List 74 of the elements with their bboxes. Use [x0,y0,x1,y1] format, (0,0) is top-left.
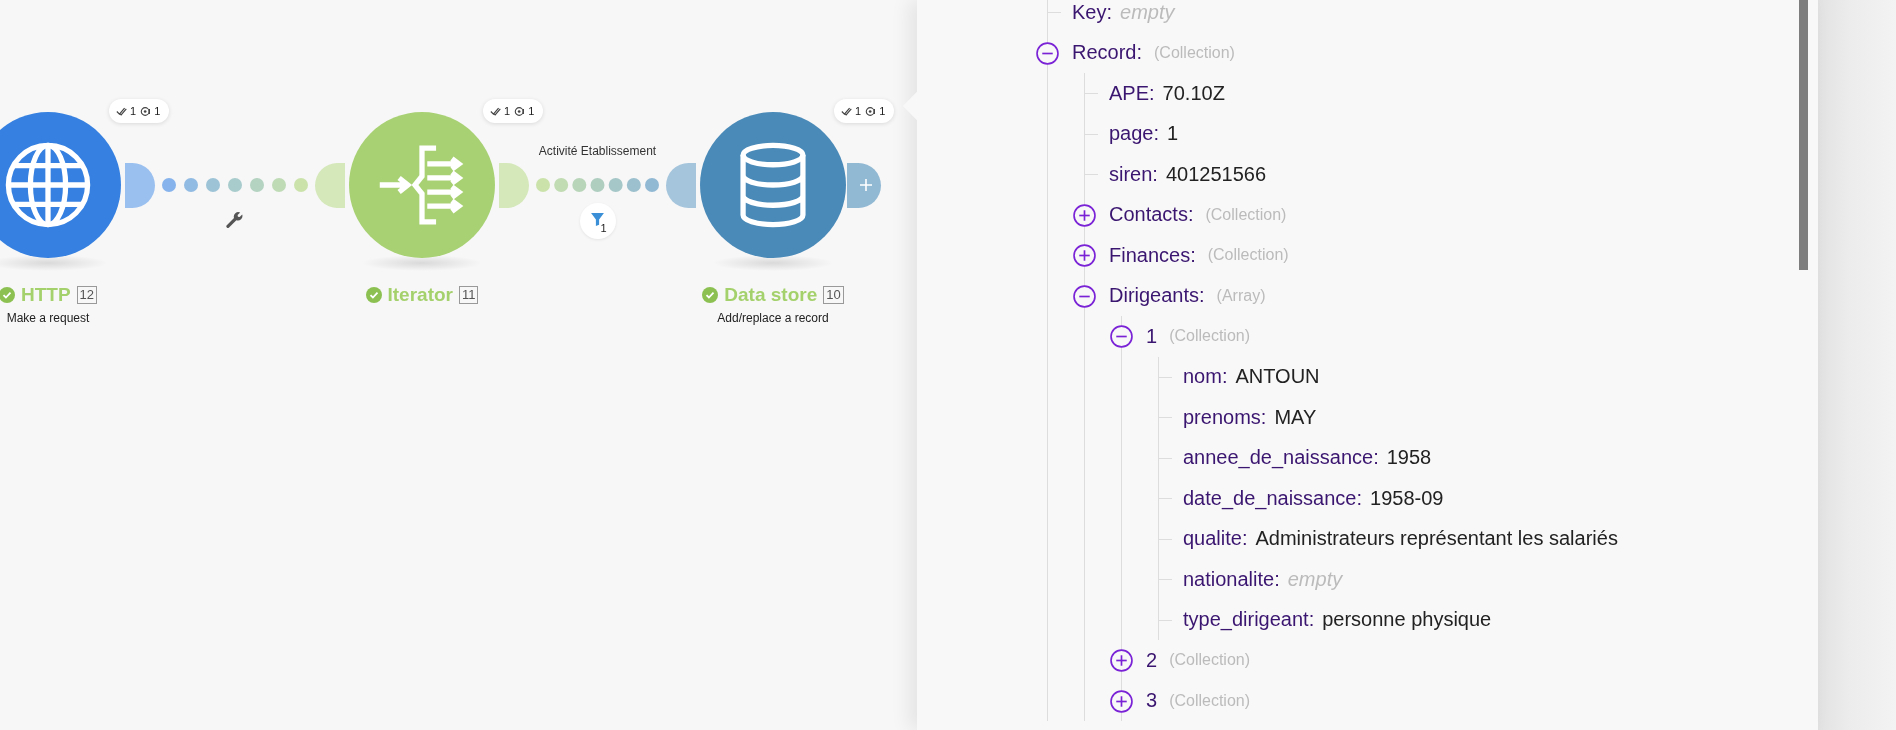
field-key: siren: [1109,162,1158,186]
type-label: (Collection) [1205,205,1287,224]
field-key: Dirigeants: [1109,284,1205,308]
empty-value: empty [1287,567,1343,591]
collapse-button[interactable] [1110,325,1133,348]
field-key: 1 [1146,324,1158,348]
field-key: page: [1109,122,1160,146]
collapse-button[interactable] [1036,41,1059,65]
module-id: 11 [459,286,479,304]
module-id: 12 [76,286,98,304]
connection-label: Activité Etablissement [538,144,657,158]
field-value: 70.10Z [1162,81,1225,105]
expand-button[interactable] [1073,244,1096,267]
field-value: 1958 [1386,446,1432,470]
expand-button[interactable] [1110,649,1133,672]
expand-button[interactable] [1073,203,1096,227]
bundles-count: 1 [154,105,161,117]
expand-button[interactable] [1110,689,1133,713]
field-key: type_dirigeant: [1183,608,1315,632]
input-port[interactable] [315,163,345,208]
bundle-icon [514,105,527,117]
field-key: nom: [1183,365,1228,389]
double-check-icon [116,105,128,117]
field-value: Administrateurs représentant les salariés [1255,527,1618,551]
field-key: Key: [1072,0,1113,24]
operations-count: 1 [130,105,137,117]
filter-button[interactable]: 1 [579,203,616,239]
field-value: personne physique [1322,608,1492,632]
field-key: annee_de_naissance: [1183,446,1379,470]
field-key: nationalite: [1183,567,1280,591]
field-key: Finances: [1109,243,1196,267]
module-action: Add/replace a record [717,311,829,325]
type-label: (Array) [1216,286,1266,305]
field-key: Contacts: [1109,203,1194,227]
field-key: date_de_naissance: [1183,486,1363,510]
double-check-icon [490,105,502,117]
type-label: (Collection) [1154,43,1235,62]
field-value: 1958-09 [1370,486,1444,510]
stats-badge[interactable]: 1 1 [834,99,895,123]
field-key: Record: [1072,41,1143,65]
field-value: ANTOUN [1235,365,1320,389]
bundles-count: 1 [528,105,535,117]
wrench-icon[interactable] [225,210,243,228]
bundle-icon [140,105,153,117]
field-key: 3 [1146,689,1158,713]
type-label: (Collection) [1169,327,1251,346]
field-key: prenoms: [1183,405,1267,429]
double-check-icon [841,105,853,117]
field-value: 401251566 [1165,162,1266,186]
module-title: Data store [724,284,818,306]
type-label: (Collection) [1169,651,1251,670]
field-value: MAY [1274,405,1317,429]
module-title: HTTP [20,284,71,306]
field-key: qualite: [1183,527,1248,551]
bundles-count: 1 [879,105,886,117]
type-label: (Collection) [1169,691,1251,710]
globe-icon [4,141,92,229]
plus-icon [858,177,874,193]
module-title: Iterator [387,284,453,306]
field-key: 2 [1146,648,1158,672]
stats-badge[interactable]: 1 1 [483,99,544,123]
bundle-icon [865,105,878,117]
scrollbar[interactable] [1799,0,1808,270]
module-id: 10 [823,286,844,304]
type-label: (Collection) [1207,246,1289,265]
field-value: 1 [1167,122,1179,146]
module-action: Make a request [6,311,90,325]
collapse-button[interactable] [1073,284,1096,308]
stats-badge[interactable]: 1 1 [109,99,170,123]
operations-count: 1 [504,105,511,117]
empty-value: empty [1120,0,1175,24]
operations-count: 1 [855,105,862,117]
field-key: APE: [1109,81,1155,105]
input-port[interactable] [666,163,696,208]
